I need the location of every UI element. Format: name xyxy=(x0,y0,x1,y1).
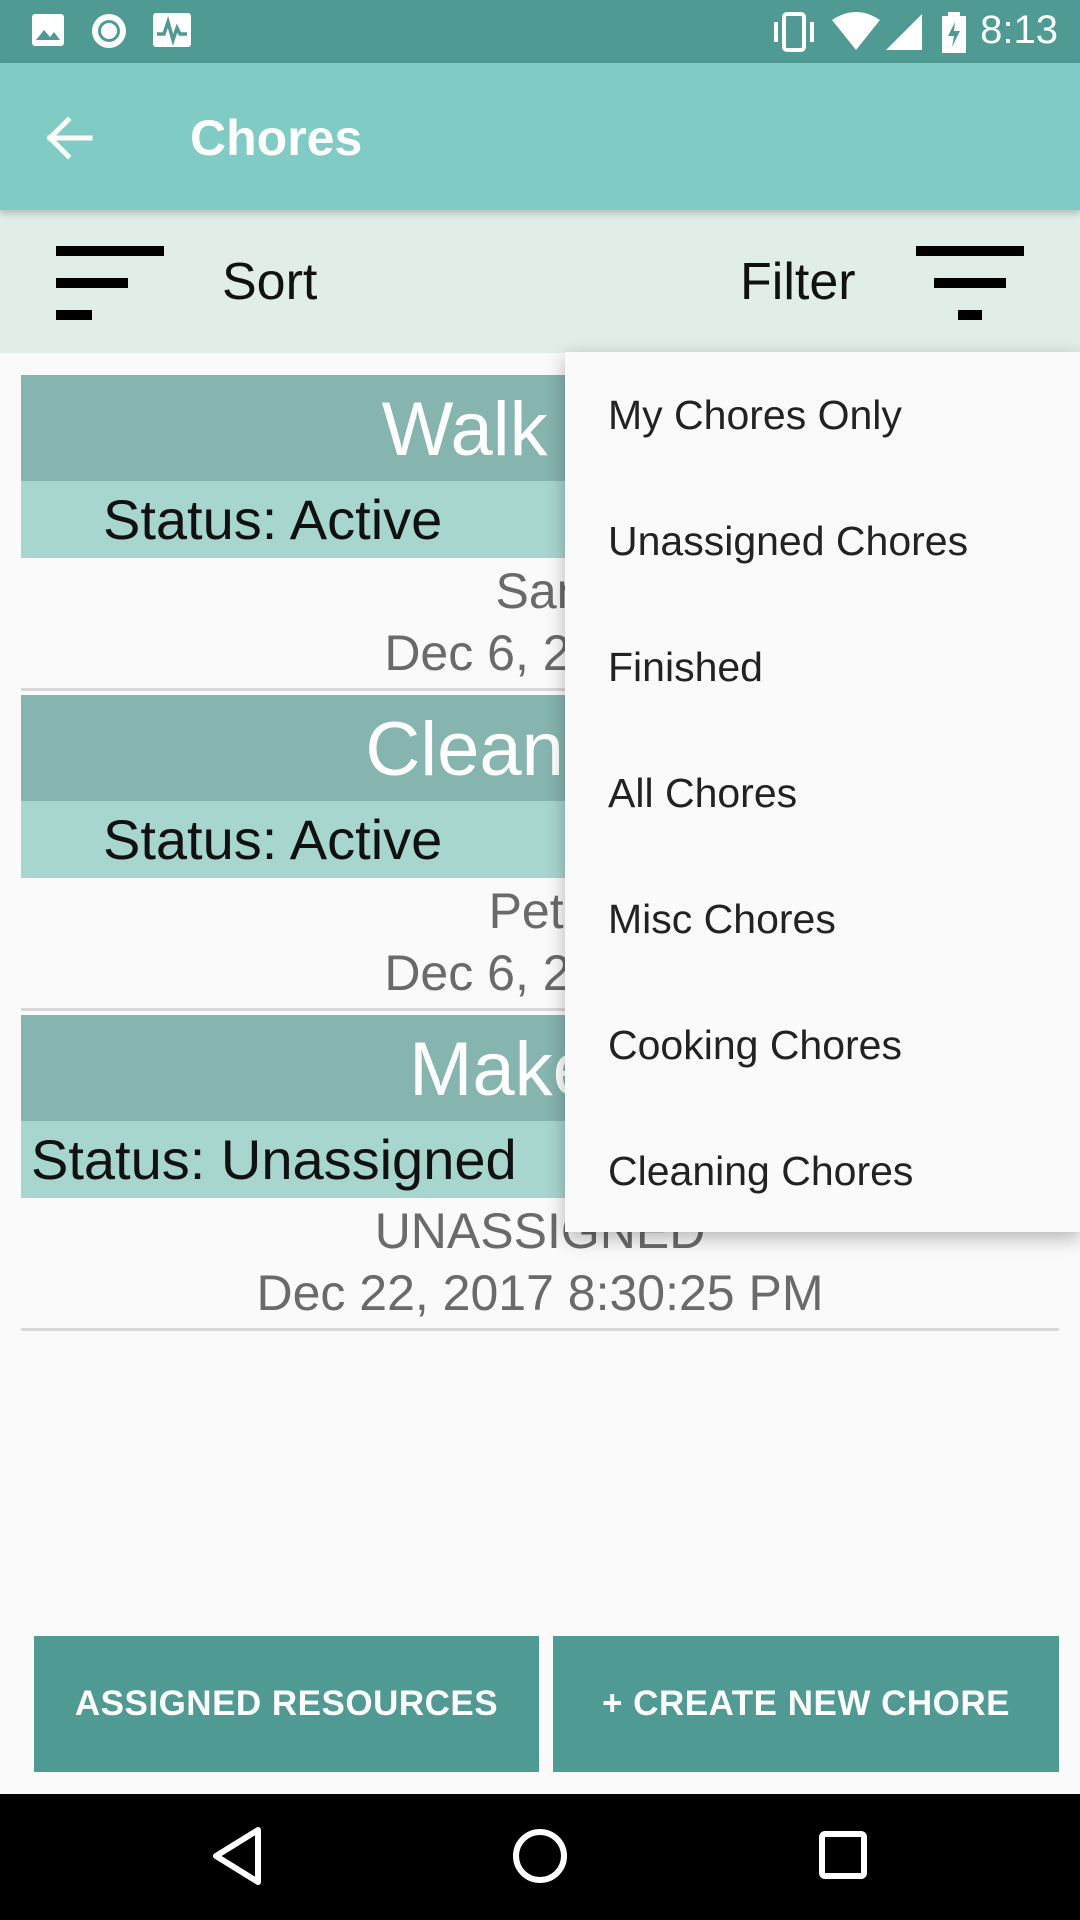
arrow-left-icon[interactable] xyxy=(40,108,104,168)
app-bar: Chores xyxy=(0,63,1080,210)
create-new-chore-button[interactable]: + CREATE NEW CHORE xyxy=(553,1636,1059,1772)
filter-menu-item[interactable]: Cooking Chores xyxy=(565,982,1080,1108)
status-time: 8:13 xyxy=(980,8,1058,52)
filter-label[interactable]: Filter xyxy=(740,252,856,312)
filter-menu-item[interactable]: Unassigned Chores xyxy=(565,478,1080,604)
battery-icon xyxy=(942,12,966,53)
sort-filter-bar: Sort Filter xyxy=(0,210,1080,353)
filter-menu-item[interactable]: Finished xyxy=(565,604,1080,730)
vibrate-icon xyxy=(774,12,814,52)
filter-menu-item[interactable]: All Chores xyxy=(565,730,1080,856)
signal-icon xyxy=(886,14,922,50)
wifi-icon xyxy=(832,12,880,50)
recents-square-icon[interactable] xyxy=(812,1824,876,1888)
filter-menu: My Chores Only Unassigned Chores Finishe… xyxy=(565,352,1080,1232)
page-title: Chores xyxy=(190,110,363,166)
filter-menu-item[interactable]: Cleaning Chores xyxy=(565,1108,1080,1234)
activity-icon xyxy=(153,13,191,47)
divider xyxy=(21,1328,1059,1331)
home-circle-icon[interactable] xyxy=(508,1824,572,1888)
nav-bar xyxy=(0,1794,1080,1920)
assigned-resources-button[interactable]: ASSIGNED RESOURCES xyxy=(34,1636,539,1772)
back-triangle-icon[interactable] xyxy=(208,1824,268,1888)
filter-menu-item[interactable]: My Chores Only xyxy=(565,352,1080,478)
filter-menu-item[interactable]: Misc Chores xyxy=(565,856,1080,982)
filter-icon[interactable] xyxy=(914,244,1026,324)
sort-label[interactable]: Sort xyxy=(222,252,317,312)
sort-icon[interactable] xyxy=(54,244,166,324)
circle-icon xyxy=(92,14,126,48)
image-icon xyxy=(32,14,64,46)
status-bar: 8:13 xyxy=(0,0,1080,63)
chore-date: Dec 22, 2017 8:30:25 PM xyxy=(256,1265,824,1321)
